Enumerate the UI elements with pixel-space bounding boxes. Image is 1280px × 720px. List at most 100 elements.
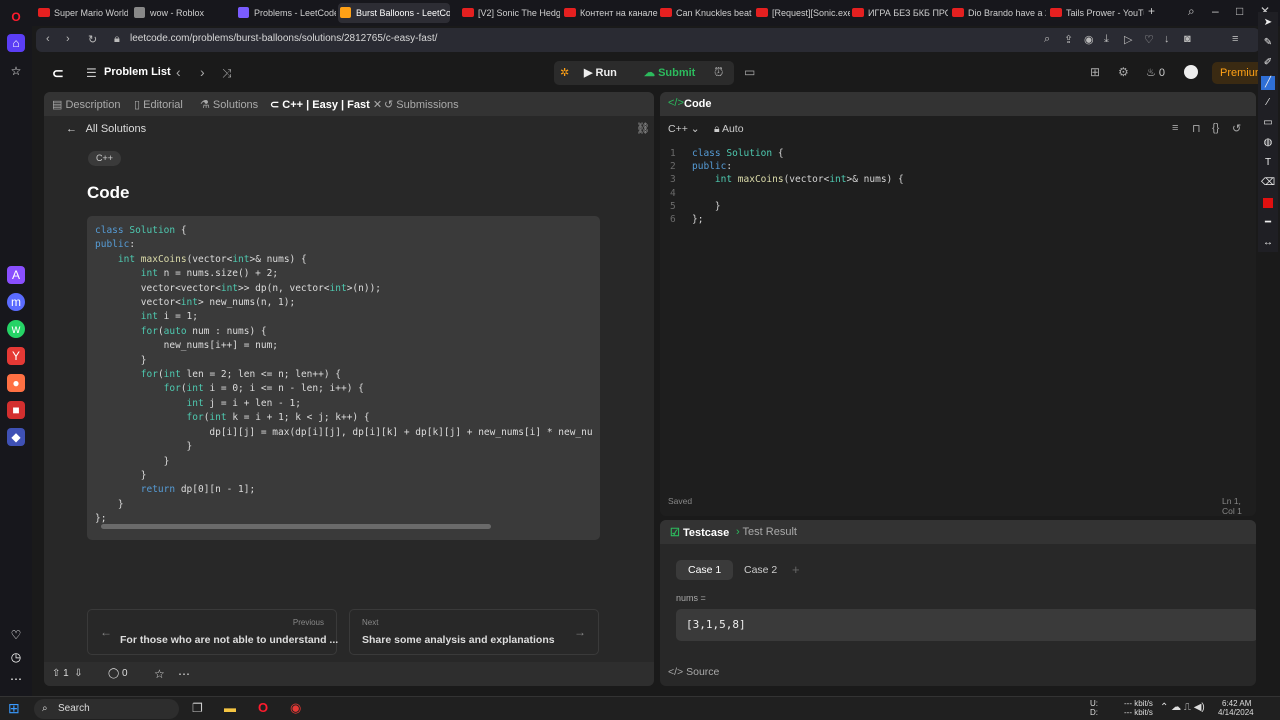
play-icon[interactable]: ▷	[1124, 33, 1132, 46]
language-select[interactable]: C++ ⌄	[668, 123, 700, 135]
browser-tab[interactable]: Super Mario World 6-	[36, 3, 128, 23]
more-icon[interactable]: ⋯	[7, 670, 25, 688]
language-tag[interactable]: C++	[88, 151, 122, 166]
browser-tab[interactable]: Dio Brando have a 2	[950, 3, 1046, 23]
browser-tab[interactable]: Can Knuckles beat So	[658, 3, 754, 23]
opera-icon[interactable]: O	[258, 700, 268, 715]
reset-icon[interactable]: ↺	[1232, 122, 1241, 135]
prev-problem-icon[interactable]: ‹	[176, 64, 181, 80]
maximize-button[interactable]: □	[1236, 4, 1243, 18]
browser-tab[interactable]: wow - Roblox	[132, 3, 224, 23]
browser-tab[interactable]: ИГРА БЕЗ БКБ ПРОТ	[850, 3, 948, 23]
shuffle-icon[interactable]: ⤨	[222, 66, 232, 81]
color-red-icon[interactable]	[1261, 196, 1275, 210]
new-tab-button[interactable]: +	[1148, 4, 1155, 18]
next-solution-link[interactable]: Next Share some analysis and explanation…	[349, 609, 599, 655]
tab-solutions[interactable]: ⚗ Solutions	[200, 98, 258, 111]
reload-icon[interactable]: ↻	[88, 33, 97, 46]
tab-testcase[interactable]: ☑ Testcase	[670, 526, 729, 539]
stroke-width-icon[interactable]: ━	[1261, 216, 1275, 230]
expand-icon[interactable]: ↔	[1261, 236, 1275, 250]
link-icon[interactable]: ⛓	[636, 122, 650, 135]
home-icon[interactable]: ⌂	[7, 34, 25, 52]
leetcode-logo-icon[interactable]: ⊂	[52, 65, 66, 81]
profile-icon[interactable]: ◙	[1184, 33, 1191, 45]
run-button[interactable]: ▶ Run	[584, 61, 617, 85]
bookmark-icon[interactable]: ⊓	[1192, 122, 1201, 135]
opera-logo-icon[interactable]: O	[7, 8, 25, 26]
share-icon[interactable]: ⇪	[1064, 33, 1073, 46]
streak-counter[interactable]: ♨ 0	[1146, 66, 1165, 79]
star-icon[interactable]: ☆	[154, 667, 165, 681]
extension2-icon[interactable]: ■	[7, 401, 25, 419]
cursor-icon[interactable]: ➤	[1261, 16, 1275, 30]
debug-icon[interactable]: ✲	[560, 66, 569, 79]
browser-tab[interactable]: Problems - LeetCode	[236, 3, 336, 23]
tab-test-result[interactable]: › Test Result	[736, 526, 797, 538]
avatar[interactable]	[1184, 65, 1198, 79]
windows-start-icon[interactable]: ⊞	[8, 700, 20, 717]
marker-icon[interactable]: ✐	[1261, 56, 1275, 70]
extension3-icon[interactable]: ◆	[7, 428, 25, 446]
tab-editorial[interactable]: ▯ Editorial	[134, 98, 183, 111]
timer-icon[interactable]: ⏰︎	[714, 65, 723, 80]
search-icon[interactable]: ⌕	[1044, 33, 1050, 46]
browser-tab[interactable]: [V2] Sonic The Hedge	[460, 3, 560, 23]
back-icon[interactable]: ‹	[46, 33, 50, 45]
yandex-icon[interactable]: Y	[7, 347, 25, 365]
problem-list-link[interactable]: Problem List	[104, 66, 171, 78]
extension-icon[interactable]: ●	[7, 374, 25, 392]
source-link[interactable]: </> Source	[668, 666, 719, 678]
browser-tab-active[interactable]: Burst Balloons - LeetCode	[338, 3, 450, 23]
forward-icon[interactable]: ›	[66, 33, 70, 45]
search-tabs-icon[interactable]: ⌕	[1188, 4, 1195, 19]
tab-solution-active[interactable]: ⊂ C++ | Easy | Fast ✕	[270, 98, 382, 111]
comments-button[interactable]: ◯ 0	[108, 668, 128, 679]
horizontal-scrollbar[interactable]	[101, 524, 491, 529]
pen-icon[interactable]: ✎	[1261, 36, 1275, 50]
case-tab-1[interactable]: Case 1	[676, 560, 734, 580]
aria-icon[interactable]: A	[7, 266, 25, 284]
previous-solution-link[interactable]: ← Previous For those who are not able to…	[87, 609, 338, 655]
browser-tab[interactable]: Контент на канале	[562, 3, 658, 23]
next-problem-icon[interactable]: ›	[200, 64, 205, 80]
history-icon[interactable]: ◷	[7, 648, 25, 666]
nums-input[interactable]: [3,1,5,8]	[676, 609, 1256, 641]
clock-date[interactable]: 4/14/2024	[1218, 708, 1254, 717]
clock-time[interactable]: 6:42 AM	[1222, 699, 1251, 708]
heart-icon[interactable]: ♡	[7, 626, 25, 644]
menu-icon[interactable]: ≡	[1232, 33, 1238, 45]
camera-icon[interactable]: ◉	[1084, 33, 1094, 46]
task-view-icon[interactable]: ❐	[192, 701, 203, 715]
url-text[interactable]: leetcode.com/problems/burst-balloons/sol…	[130, 33, 437, 44]
browser-tab[interactable]: Tails Prower - YouTub	[1048, 3, 1144, 23]
braces-icon[interactable]: {}	[1212, 122, 1219, 134]
tray-icons[interactable]: ⌃ ☁ ⎍ ◀︎)	[1160, 702, 1205, 713]
submit-button[interactable]: ☁ Submit	[644, 61, 695, 85]
brush-icon[interactable]: ⁄	[1261, 96, 1275, 110]
whatsapp-icon[interactable]: w	[7, 320, 25, 338]
rectangle-icon[interactable]: ▭	[1261, 116, 1275, 130]
browser-tab[interactable]: [Request][Sonic.exe][	[754, 3, 850, 23]
text-icon[interactable]: T	[1261, 156, 1275, 170]
minimize-button[interactable]: –	[1212, 4, 1219, 18]
close-tab-icon[interactable]: ✕	[373, 99, 382, 111]
download-icon[interactable]: ⤓	[1104, 33, 1109, 46]
add-case-icon[interactable]: +	[792, 562, 800, 577]
file-explorer-icon[interactable]: ▬	[224, 701, 236, 715]
tab-submissions[interactable]: ↺ Submissions	[384, 98, 459, 111]
messenger-icon[interactable]: m	[7, 293, 25, 311]
format-icon[interactable]: ≡	[1172, 122, 1178, 134]
tab-description[interactable]: ▤ Description	[52, 98, 120, 111]
download-icon[interactable]: ↓	[1164, 33, 1170, 45]
notes-icon[interactable]: ▭	[744, 65, 755, 79]
all-solutions-link[interactable]: ← All Solutions	[66, 123, 146, 135]
case-tab-2[interactable]: Case 2	[732, 560, 789, 580]
speed-dial-icon[interactable]: ☆	[7, 62, 25, 80]
code-editor[interactable]: 1 class Solution {2 public: 3 int maxCoins(…	[670, 147, 904, 226]
layout-icon[interactable]: ⊞	[1090, 65, 1100, 79]
taskbar-search[interactable]: ⌕ Search	[34, 699, 179, 719]
auto-mode-toggle[interactable]: 🔒︎ Auto	[714, 123, 744, 136]
more-icon[interactable]: ⋯	[178, 667, 190, 681]
heart-icon[interactable]: ♡	[1144, 33, 1154, 46]
